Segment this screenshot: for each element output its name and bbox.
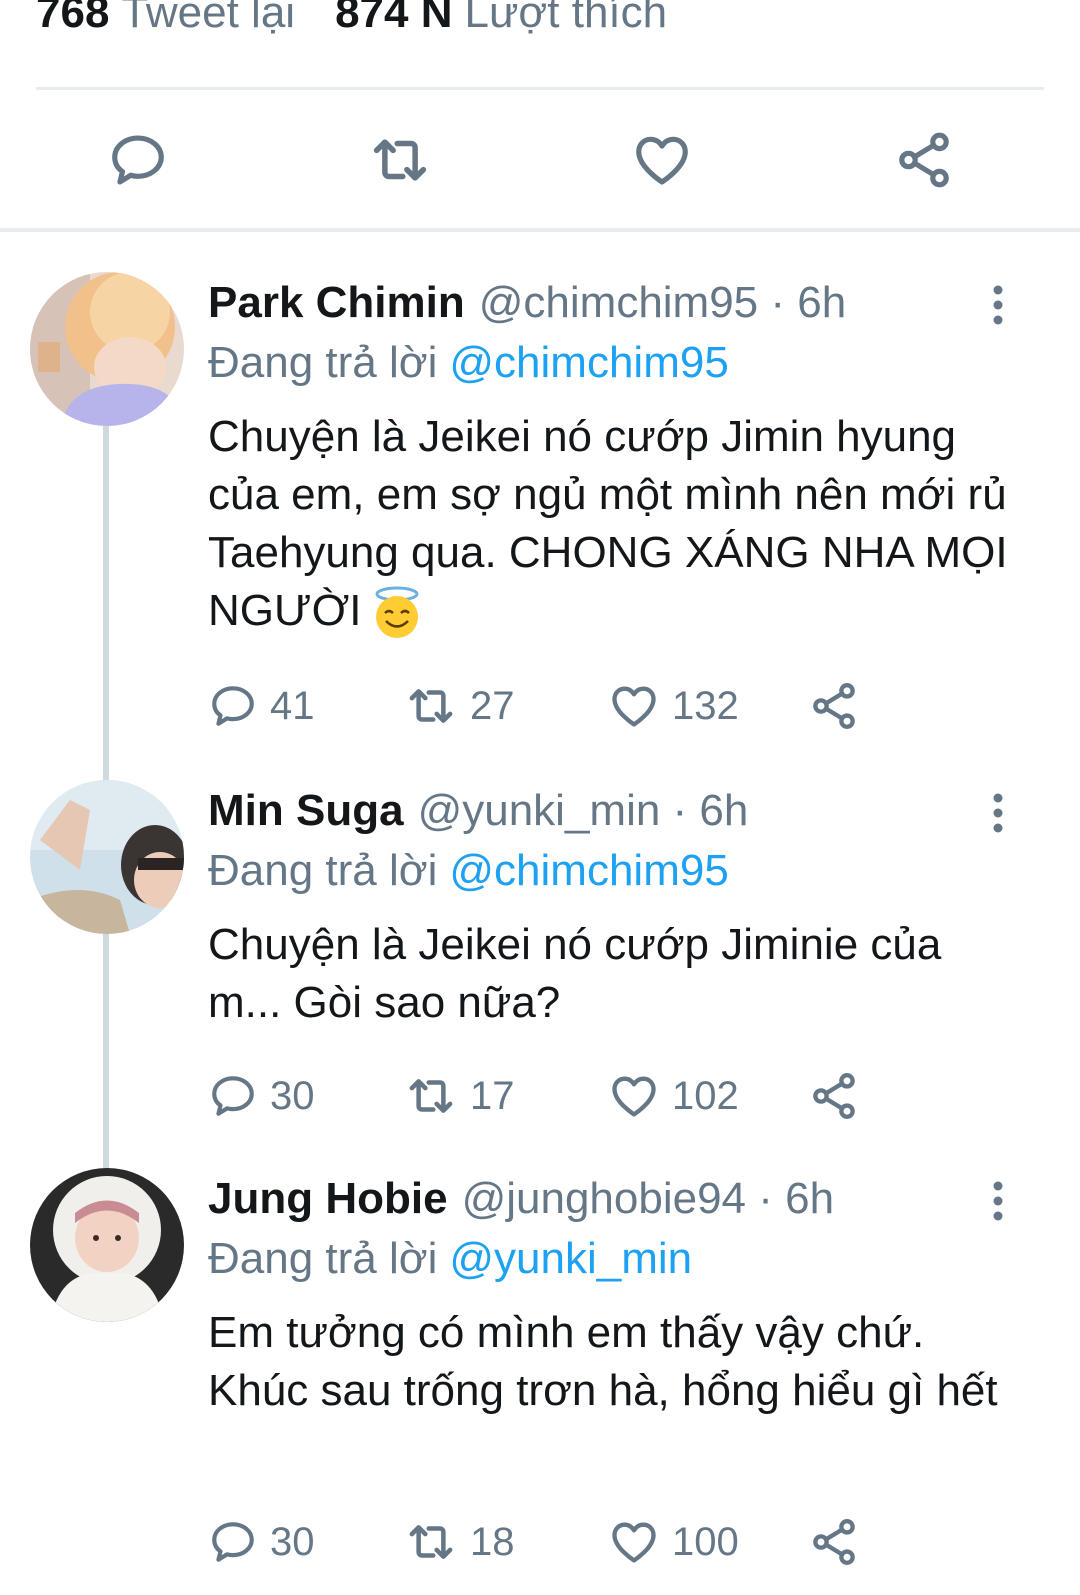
heart-icon bbox=[631, 129, 693, 191]
retweet-icon bbox=[404, 679, 458, 733]
retweet-count: 18 bbox=[470, 1519, 515, 1564]
display-name[interactable]: Jung Hobie bbox=[208, 1174, 448, 1223]
tweet-stats: 768 Tweet lại 874 N Lượt thích bbox=[36, 0, 667, 48]
share-icon bbox=[808, 1516, 860, 1568]
display-name[interactable]: Min Suga bbox=[208, 786, 404, 835]
user-handle: @junghobie94 · 6h bbox=[461, 1174, 835, 1223]
avatar[interactable] bbox=[30, 272, 184, 426]
like-count[interactable]: 874 N bbox=[335, 0, 452, 37]
reply-icon bbox=[107, 129, 169, 191]
smiling-face-with-halo-icon bbox=[375, 586, 419, 639]
avatar[interactable] bbox=[30, 1168, 184, 1322]
replying-to-link[interactable]: @chimchim95 bbox=[449, 338, 728, 387]
tweet-text: Em tưởng có mình em thấy vậy chứ. Khúc s… bbox=[208, 1308, 998, 1415]
reply-count: 30 bbox=[270, 1073, 315, 1118]
retweet-button[interactable]: 27 bbox=[404, 678, 515, 734]
divider bbox=[36, 87, 1044, 90]
replying-to: Đang trả lời @chimchim95 bbox=[208, 334, 729, 392]
reply-count: 41 bbox=[270, 683, 315, 728]
replying-to-link[interactable]: @chimchim95 bbox=[449, 846, 728, 895]
reply-count: 30 bbox=[270, 1519, 315, 1564]
reply-header: Min Suga @yunki_min · 6h bbox=[208, 782, 748, 840]
thread-line bbox=[103, 426, 109, 786]
reply-icon bbox=[208, 1071, 258, 1121]
like-button[interactable] bbox=[622, 120, 702, 200]
reply-action-bar: 30 18 100 bbox=[208, 1514, 908, 1570]
replying-to: Đang trả lời @yunki_min bbox=[208, 1230, 692, 1288]
reply-button[interactable] bbox=[98, 120, 178, 200]
retweet-count: 27 bbox=[470, 683, 515, 728]
share-button[interactable] bbox=[808, 1514, 860, 1570]
more-vertical-icon bbox=[993, 1181, 1003, 1221]
share-icon bbox=[893, 129, 955, 191]
retweet-count[interactable]: 768 bbox=[36, 0, 109, 37]
tweet-text: Chuyện là Jeikei nó cướp Jimin hyung của… bbox=[208, 408, 1008, 640]
like-count: 132 bbox=[672, 683, 739, 728]
user-handle: @yunki_min · 6h bbox=[417, 786, 749, 835]
more-options-button[interactable] bbox=[978, 1176, 1018, 1226]
more-options-button[interactable] bbox=[978, 788, 1018, 838]
retweet-icon bbox=[367, 127, 433, 193]
more-vertical-icon bbox=[993, 793, 1003, 833]
more-options-button[interactable] bbox=[978, 280, 1018, 330]
replying-to: Đang trả lời @chimchim95 bbox=[208, 842, 729, 900]
like-button[interactable]: 100 bbox=[608, 1514, 739, 1570]
like-button[interactable]: 102 bbox=[608, 1068, 739, 1124]
share-button[interactable] bbox=[808, 678, 860, 734]
reply-header: Park Chimin @chimchim95 · 6h bbox=[208, 274, 846, 332]
replying-label: Đang trả lời bbox=[208, 1234, 438, 1283]
like-count: 102 bbox=[672, 1073, 739, 1118]
more-vertical-icon bbox=[993, 285, 1003, 325]
replying-label: Đang trả lời bbox=[208, 846, 438, 895]
avatar[interactable] bbox=[30, 780, 184, 934]
like-button[interactable]: 132 bbox=[608, 678, 739, 734]
retweet-label[interactable]: Tweet lại bbox=[121, 0, 295, 37]
reply-action-bar: 30 17 102 bbox=[208, 1068, 908, 1124]
retweet-icon bbox=[404, 1515, 458, 1569]
like-label[interactable]: Lượt thích bbox=[464, 0, 667, 37]
display-name[interactable]: Park Chimin bbox=[208, 278, 465, 327]
retweet-button[interactable]: 18 bbox=[404, 1514, 515, 1570]
reply-action-bar: 41 27 132 bbox=[208, 678, 908, 734]
replying-label: Đang trả lời bbox=[208, 338, 438, 387]
tweet-text-content: Chuyện là Jeikei nó cướp Jimin hyung của… bbox=[208, 412, 1008, 635]
share-button[interactable] bbox=[808, 1068, 860, 1124]
heart-icon bbox=[608, 1070, 660, 1122]
retweet-button[interactable] bbox=[360, 120, 440, 200]
tweet-action-bar bbox=[0, 120, 1080, 200]
share-icon bbox=[808, 680, 860, 732]
tweet-text: Chuyện là Jeikei nó cướp Jiminie của m..… bbox=[208, 920, 942, 1027]
heart-icon bbox=[608, 680, 660, 732]
user-handle: @chimchim95 · 6h bbox=[478, 278, 847, 327]
retweet-icon bbox=[404, 1069, 458, 1123]
heart-icon bbox=[608, 1516, 660, 1568]
reply-button[interactable]: 30 bbox=[208, 1514, 315, 1570]
like-count: 100 bbox=[672, 1519, 739, 1564]
share-icon bbox=[808, 1070, 860, 1122]
retweet-count: 17 bbox=[470, 1073, 515, 1118]
reply-button[interactable]: 30 bbox=[208, 1068, 315, 1124]
reply-button[interactable]: 41 bbox=[208, 678, 315, 734]
reply-icon bbox=[208, 1517, 258, 1567]
thread-line bbox=[103, 934, 109, 1170]
replying-to-link[interactable]: @yunki_min bbox=[449, 1234, 692, 1283]
reply-icon bbox=[208, 681, 258, 731]
section-divider bbox=[0, 228, 1080, 232]
retweet-button[interactable]: 17 bbox=[404, 1068, 515, 1124]
share-button[interactable] bbox=[884, 120, 964, 200]
reply-header: Jung Hobie @junghobie94 · 6h bbox=[208, 1170, 834, 1228]
